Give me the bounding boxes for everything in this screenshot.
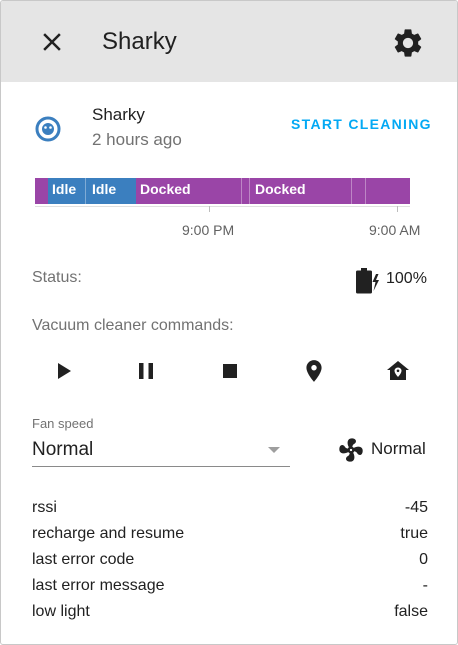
entity-name: Sharky: [92, 105, 145, 124]
attribute-row: last error code 0: [32, 551, 428, 573]
attribute-row: low light false: [32, 603, 428, 625]
axis-tick: [397, 206, 398, 212]
axis-label: 9:00 AM: [369, 222, 421, 238]
axis-label: 9:00 PM: [182, 222, 235, 238]
timeline-segment[interactable]: Docked: [251, 178, 410, 204]
close-icon[interactable]: [37, 27, 67, 57]
timeline-divider: [241, 178, 242, 204]
dialog-header: Sharky: [1, 1, 457, 82]
axis-tick: [209, 206, 210, 212]
home-map-marker-icon[interactable]: [385, 358, 411, 384]
attribute-value: 0: [419, 551, 428, 568]
timeline-segment[interactable]: Idle: [88, 178, 136, 204]
attribute-key: recharge and resume: [32, 525, 185, 542]
fan-icon: [337, 436, 365, 464]
more-info-dialog: Sharky Sharky 2 hours ago START CLEANING…: [0, 0, 458, 645]
start-cleaning-button[interactable]: START CLEANING: [291, 116, 432, 132]
attribute-key: rssi: [32, 499, 57, 516]
robot-vacuum-icon: [34, 115, 62, 143]
attribute-key: last error message: [32, 577, 165, 594]
timeline-segment[interactable]: [35, 178, 48, 204]
timeline-axis: [35, 206, 410, 207]
attribute-value: -45: [404, 499, 428, 516]
attribute-value: -: [422, 577, 428, 594]
commands-label: Vacuum cleaner commands:: [32, 317, 234, 334]
status-label: Status:: [32, 269, 82, 286]
gear-icon[interactable]: [391, 26, 425, 60]
timeline-segment[interactable]: Idle: [48, 178, 88, 204]
last-changed: 2 hours ago: [92, 130, 182, 149]
dialog-title: Sharky: [102, 28, 177, 55]
battery-charging-icon: [353, 267, 381, 295]
stop-icon[interactable]: [217, 358, 243, 384]
attribute-row: last error message -: [32, 577, 428, 599]
attribute-row: recharge and resume true: [32, 525, 428, 547]
fan-speed-selected: Normal: [32, 439, 94, 460]
timeline-divider: [85, 178, 86, 204]
timeline-divider: [351, 178, 352, 204]
battery-level: 100%: [386, 270, 427, 287]
history-timeline[interactable]: Idle Idle Docked Docked: [35, 178, 410, 204]
map-marker-icon[interactable]: [301, 358, 327, 384]
timeline-divider: [249, 178, 250, 204]
fan-speed-label: Fan speed: [32, 416, 94, 431]
attribute-key: low light: [32, 603, 90, 620]
attribute-value: true: [400, 525, 428, 542]
attribute-value: false: [394, 603, 428, 620]
chevron-down-icon: [268, 447, 280, 453]
pause-icon[interactable]: [133, 358, 159, 384]
attribute-key: last error code: [32, 551, 135, 568]
timeline-divider: [365, 178, 366, 204]
attribute-row: rssi -45: [32, 499, 428, 521]
fan-speed-dropdown[interactable]: Normal: [32, 437, 290, 467]
play-icon[interactable]: [51, 358, 77, 384]
timeline-segment[interactable]: Docked: [136, 178, 251, 204]
fan-speed-current: Normal: [371, 439, 426, 458]
